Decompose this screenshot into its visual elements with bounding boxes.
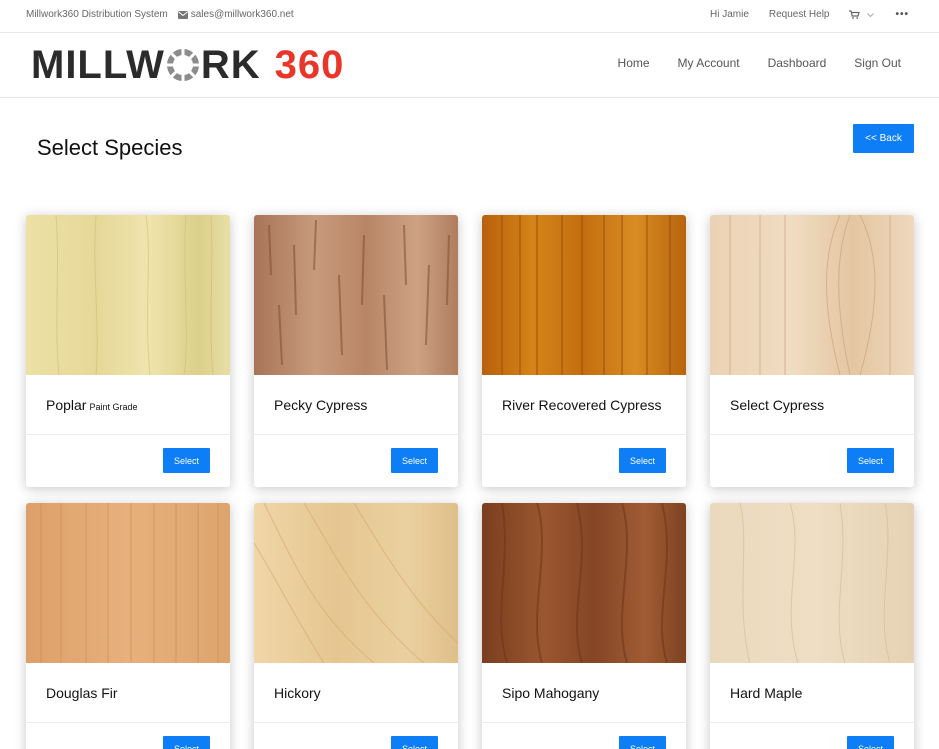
species-card-hickory: Hickory Select [254,503,458,749]
wood-swatch-image [254,503,458,663]
wood-swatch-image [26,215,230,375]
wood-swatch-image [482,503,686,663]
species-name: Pecky Cypress [274,397,367,413]
site-header: MILLW RK 360 Home My Account Dashboard S… [0,34,939,98]
species-card-river-recovered-cypress: River Recovered Cypress Select [482,215,686,487]
wood-swatch-image [254,215,458,375]
species-title: Hard Maple [730,685,803,701]
card-divider [254,434,458,435]
species-title: Hickory [274,685,321,701]
system-name: Millwork360 Distribution System [26,9,168,20]
species-title: Douglas Fir [46,685,118,701]
nav-dashboard[interactable]: Dashboard [768,56,827,70]
select-button[interactable]: Select [847,736,894,749]
species-card-select-cypress: Select Cypress Select [710,215,914,487]
species-name: Hickory [274,685,321,701]
email-text: sales@millwork360.net [190,9,294,20]
card-divider [482,434,686,435]
species-subtitle: Paint Grade [89,402,138,412]
cart-dropdown[interactable] [849,10,875,19]
species-name: Sipo Mahogany [502,685,599,701]
request-help-link[interactable]: Request Help [769,9,830,20]
nav-my-account[interactable]: My Account [678,56,740,70]
logo-gear-icon [166,49,199,81]
species-name: River Recovered Cypress [502,397,662,413]
card-divider [26,722,230,723]
select-button[interactable]: Select [847,448,894,473]
wood-swatch-image [26,503,230,663]
card-divider [710,434,914,435]
topbar-left: Millwork360 Distribution System sales@mi… [26,9,294,20]
topbar-right: Hi Jamie Request Help ••• [710,9,909,20]
wood-swatch-image [710,503,914,663]
card-divider [710,722,914,723]
species-title: Poplar [46,397,87,413]
logo[interactable]: MILLW RK 360 [31,45,344,85]
species-card-sipo-mahogany: Sipo Mahogany Select [482,503,686,749]
species-title: River Recovered Cypress [502,397,662,413]
page-title: Select Species [37,135,183,160]
back-button[interactable]: << Back [853,124,914,153]
species-card-poplar: Poplar Paint Grade Select [26,215,230,487]
select-button[interactable]: Select [391,736,438,749]
logo-word-right: RK [200,43,261,87]
select-button[interactable]: Select [619,736,666,749]
species-title: Pecky Cypress [274,397,368,413]
card-divider [26,434,230,435]
main-nav: Home My Account Dashboard Sign Out [590,56,901,70]
logo-word-left: MILLW [31,43,165,87]
species-name: Select Cypress [730,397,824,413]
nav-home[interactable]: Home [618,56,650,70]
select-button[interactable]: Select [163,448,210,473]
cart-icon [849,10,861,19]
chevron-down-icon [867,12,875,17]
species-card-hard-maple: Hard Maple Select [710,503,914,749]
card-divider [482,722,686,723]
wood-swatch-image [482,215,686,375]
select-button[interactable]: Select [619,448,666,473]
species-title: Sipo Mahogany [502,685,600,701]
species-title: Select Cypress [730,397,825,413]
species-name: Douglas Fir [46,685,118,701]
logo-number: 360 [274,43,345,87]
top-utility-bar: Millwork360 Distribution System sales@mi… [0,0,939,33]
wood-swatch-image [710,215,914,375]
select-button[interactable]: Select [391,448,438,473]
species-card-douglas-fir: Douglas Fir Select [26,503,230,749]
card-divider [254,722,458,723]
nav-sign-out[interactable]: Sign Out [854,56,901,70]
species-name: Poplar Paint Grade [46,397,138,413]
email-link[interactable]: sales@millwork360.net [177,9,294,20]
species-card-pecky-cypress: Pecky Cypress Select [254,215,458,487]
envelope-icon [177,10,188,19]
more-menu-icon[interactable]: ••• [895,9,909,20]
species-name: Hard Maple [730,685,802,701]
select-button[interactable]: Select [163,736,210,749]
user-greeting[interactable]: Hi Jamie [710,9,749,20]
